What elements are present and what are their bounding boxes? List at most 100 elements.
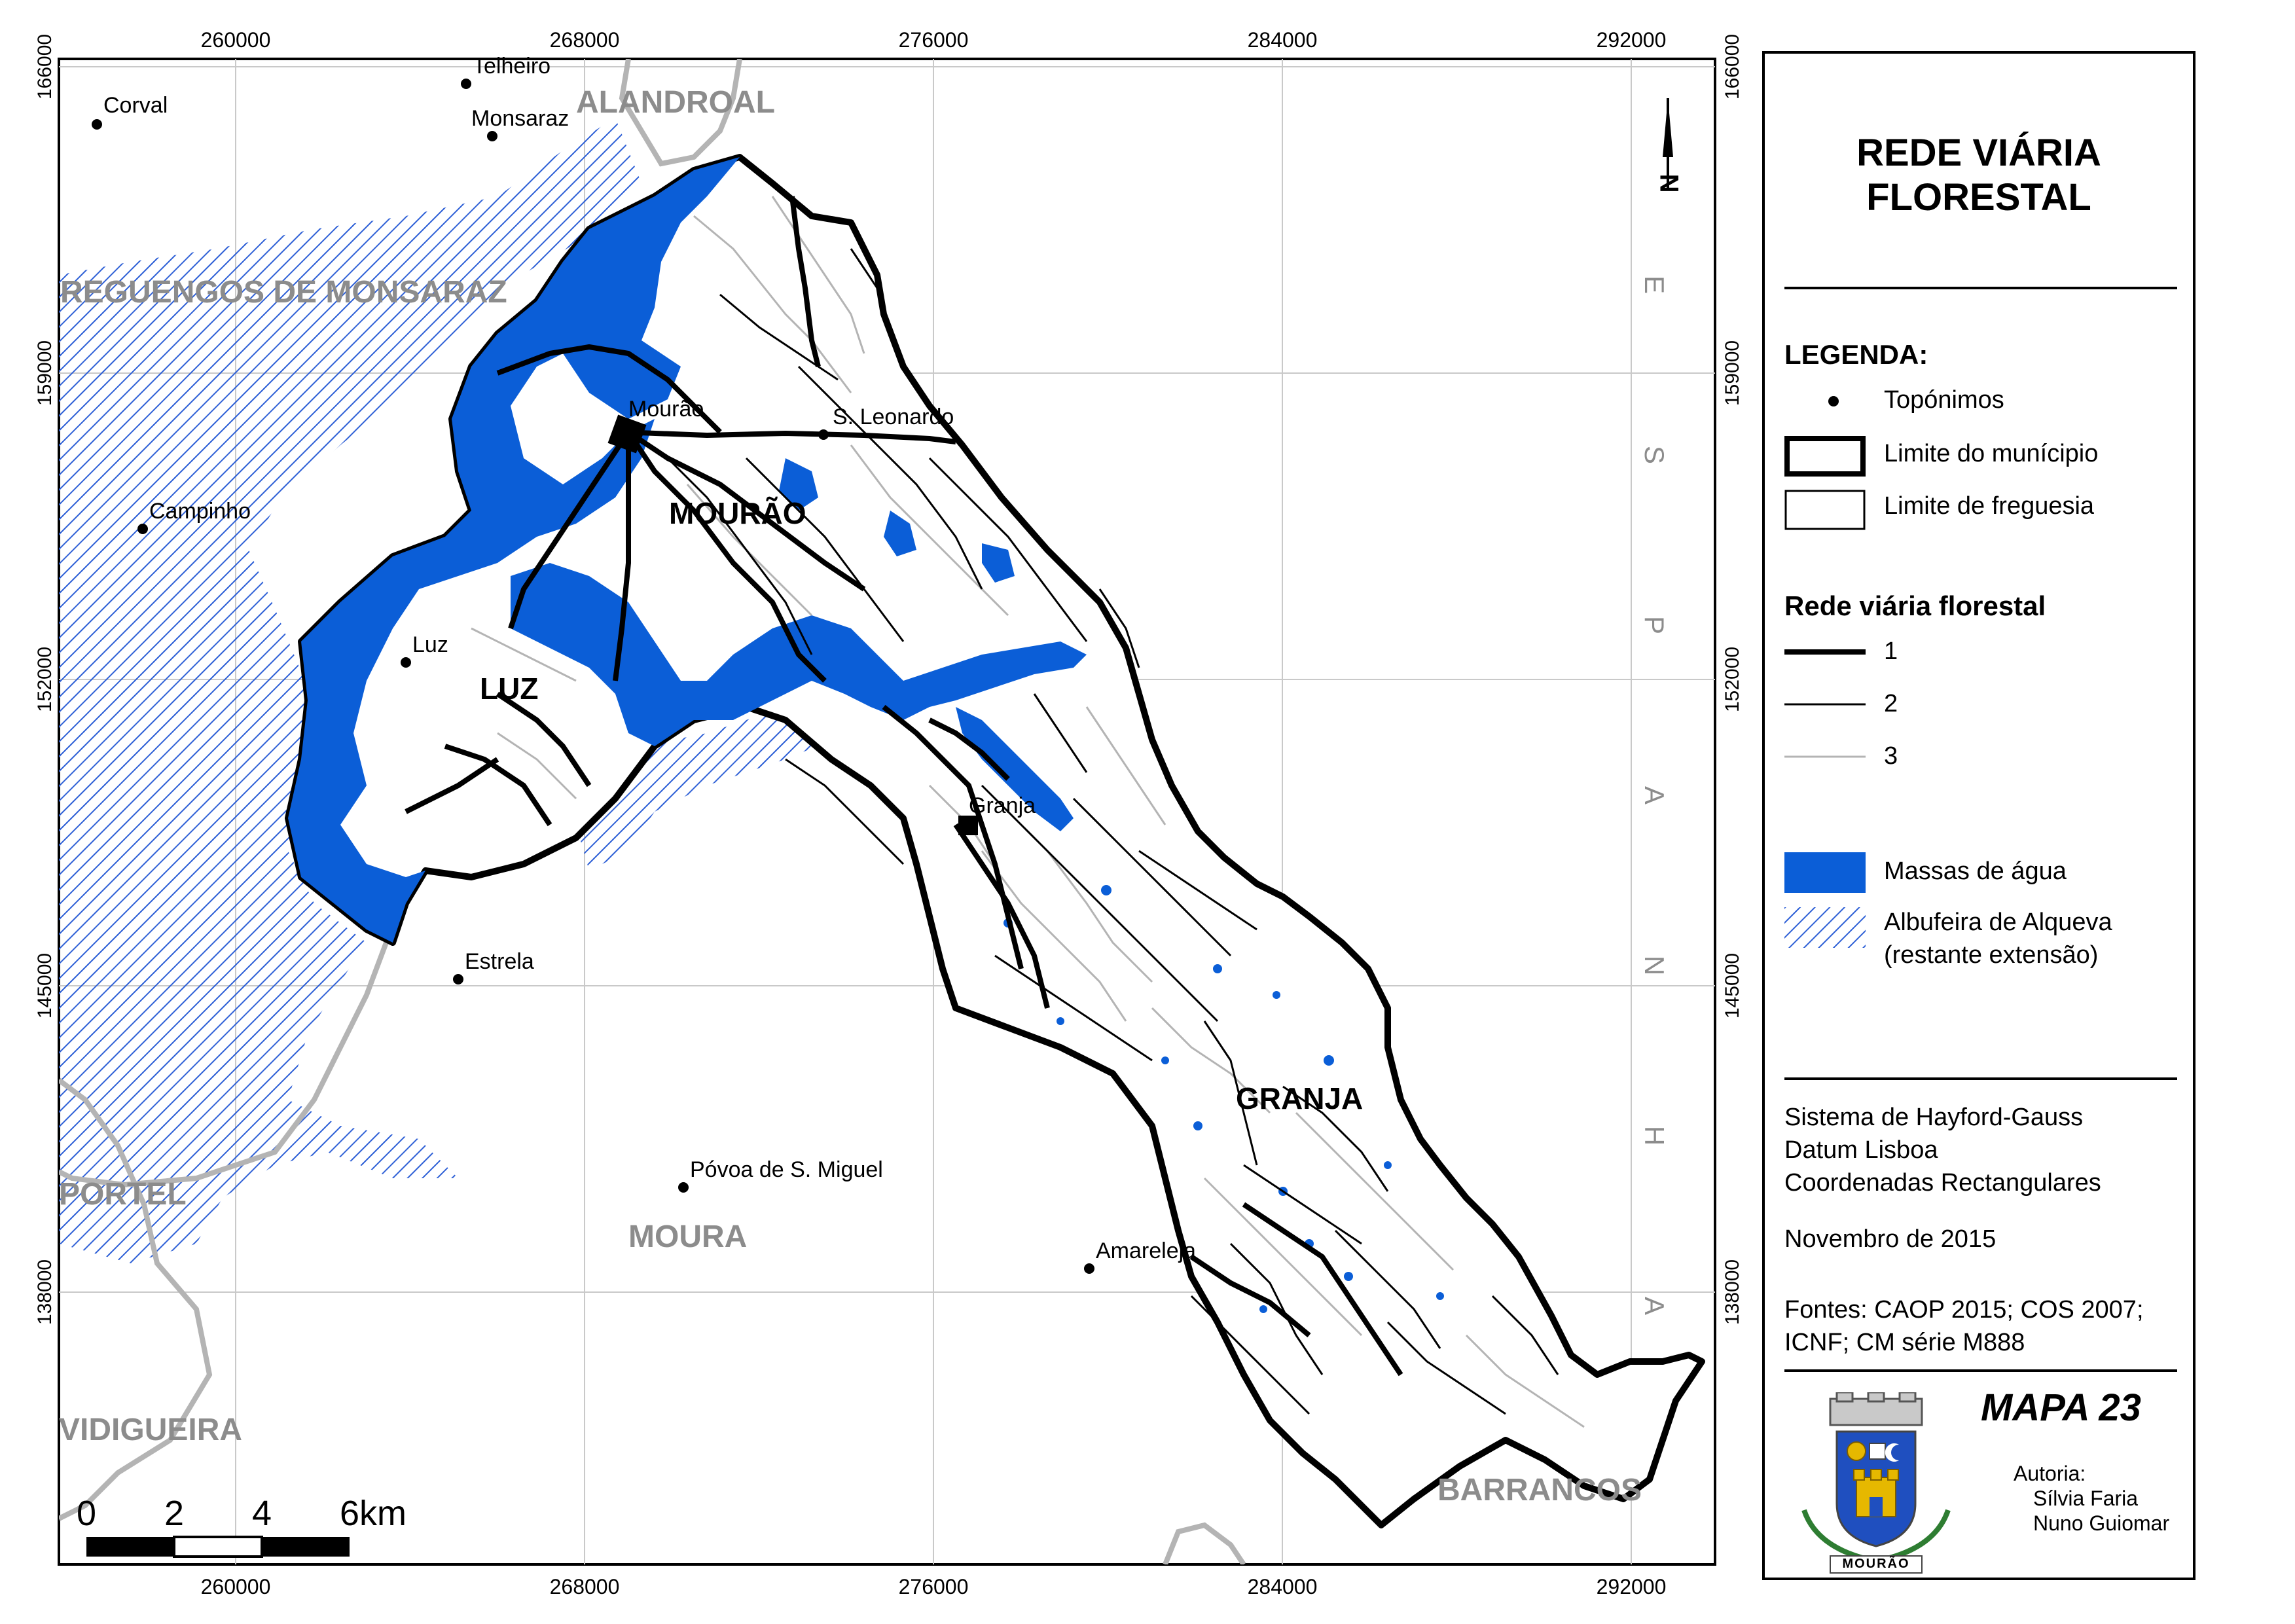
toponym-dot — [960, 818, 971, 829]
y-tick-label: 152000 — [34, 647, 56, 712]
municipality-limit-symbol — [1784, 436, 1866, 477]
crest-caption: MOURÃO — [1842, 1557, 1910, 1571]
authorship: Autoria: Sílvia Faria Nuno Guiomar — [2014, 1461, 2169, 1536]
x-tick-label: 284000 — [1248, 28, 1318, 52]
svg-text:Estrela: Estrela — [465, 949, 534, 974]
legend-heading: LEGENDA: — [1784, 339, 1928, 370]
legend-road-class-1: 1 — [1884, 638, 1898, 665]
spain-letter: N — [1639, 956, 1670, 975]
svg-text:Mourão: Mourão — [628, 397, 704, 422]
scale-label: 0 — [77, 1494, 96, 1533]
sources-line2: ICNF; CM série M888 — [1784, 1329, 2025, 1356]
spain-letter: S — [1639, 446, 1670, 464]
water-symbol — [1784, 852, 1866, 893]
toponym-dot — [487, 131, 497, 141]
scale-label: 2 — [164, 1494, 184, 1533]
svg-text:Campinho: Campinho — [149, 499, 251, 524]
y-tick-label: 145000 — [1722, 953, 1743, 1019]
svg-text:Granja: Granja — [969, 793, 1036, 818]
svg-text:Monsaraz: Monsaraz — [471, 106, 569, 131]
x-tick-label: 292000 — [1597, 1575, 1667, 1598]
road-class-1-symbol — [1784, 649, 1866, 655]
legend-item-water: Massas de água — [1884, 857, 2067, 885]
crs-line1: Sistema de Hayford-Gauss — [1784, 1104, 2084, 1131]
road-class-3-symbol — [1784, 755, 1866, 758]
municipality-label-reguengos: REGUENGOS DE MONSARAZ — [60, 275, 507, 310]
scale-label: 6km — [340, 1494, 407, 1533]
svg-text:Luz: Luz — [412, 632, 448, 657]
parish-label-luz: LUZ — [480, 672, 538, 706]
legend-road-class-3: 3 — [1884, 742, 1898, 770]
svg-text:Telheiro: Telheiro — [473, 54, 551, 79]
x-tick-label: 260000 — [201, 1575, 271, 1598]
toponym-dot — [1084, 1263, 1094, 1274]
reservoir-line2: (restante extensão) — [1884, 941, 2099, 969]
scale-label: 4 — [252, 1494, 272, 1533]
x-tick-labels-top: 260000 268000 276000 284000 292000 — [201, 28, 1667, 52]
north-letter: N — [1655, 174, 1684, 193]
legend-item-parish-limit: Limite de freguesia — [1884, 492, 2095, 520]
toponym-dot — [401, 657, 411, 668]
legend-title-line2: FLORESTAL — [1866, 176, 2091, 219]
municipality-label-barrancos: BARRANCOS — [1437, 1473, 1642, 1507]
legend-title: REDE VIÁRIA FLORESTAL — [1765, 131, 2193, 220]
legend-item-municipality-limit: Limite do munícipio — [1884, 440, 2099, 467]
x-tick-label: 268000 — [550, 28, 620, 52]
toponym-dot — [461, 79, 471, 89]
x-tick-label: 276000 — [899, 1575, 969, 1598]
legend-title-line1: REDE VIÁRIA — [1856, 132, 2101, 174]
reservoir-line1: Albufeira de Alqueva — [1884, 909, 2112, 936]
municipality-label-portel: PORTEL — [59, 1177, 187, 1212]
crs-line2: Datum Lisboa — [1784, 1136, 1938, 1164]
spain-letter: P — [1639, 616, 1670, 634]
y-tick-label: 152000 — [1722, 647, 1743, 712]
y-tick-label: 159000 — [34, 340, 56, 406]
map-date: Novembro de 2015 — [1784, 1225, 1997, 1253]
crs-line3: Coordenadas Rectangulares — [1784, 1169, 2101, 1197]
y-tick-label: 138000 — [1722, 1259, 1743, 1325]
x-tick-label: 268000 — [550, 1575, 620, 1598]
parish-limit-symbol — [1784, 490, 1866, 530]
divider — [1784, 1369, 2177, 1372]
legend-road-class-2: 2 — [1884, 690, 1898, 717]
legend-panel: REDE VIÁRIA FLORESTAL LEGENDA: Topónimos… — [1762, 51, 2196, 1580]
municipality-label-moura: MOURA — [628, 1219, 747, 1254]
map-number: MAPA 23 — [1981, 1386, 2141, 1429]
spain-letter: E — [1639, 276, 1670, 294]
x-tick-label: 284000 — [1248, 1575, 1318, 1598]
svg-text:Corval: Corval — [103, 93, 168, 118]
author-2: Nuno Guiomar — [2033, 1511, 2170, 1535]
divider — [1784, 287, 2177, 289]
legend-item-reservoir: Albufeira de Alqueva (restante extensão) — [1884, 906, 2112, 971]
spain-letter: H — [1639, 1126, 1670, 1146]
toponym-dot — [678, 1182, 689, 1193]
sources-line1: Fontes: CAOP 2015; COS 2007; — [1784, 1296, 2144, 1324]
authorship-label: Autoria: — [2014, 1462, 2086, 1485]
reservoir-symbol — [1784, 907, 1866, 948]
svg-text:Póvoa de S. Miguel: Póvoa de S. Miguel — [690, 1157, 883, 1182]
sources: Fontes: CAOP 2015; COS 2007; ICNF; CM sé… — [1784, 1293, 2144, 1359]
y-tick-labels-right: 166000 159000 152000 145000 138000 — [1722, 34, 1743, 1325]
municipality-label-alandroal: ALANDROAL — [576, 85, 775, 120]
toponym-symbol-icon — [1828, 396, 1839, 406]
x-tick-label: 292000 — [1597, 28, 1667, 52]
crs-info: Sistema de Hayford-Gauss Datum Lisboa Co… — [1784, 1101, 2101, 1199]
toponym-dot — [818, 429, 829, 440]
legend-item-toponyms: Topónimos — [1884, 386, 2004, 414]
toponym-dot — [137, 524, 148, 534]
x-tick-label: 260000 — [201, 28, 271, 52]
svg-text:Amareleja: Amareleja — [1096, 1238, 1196, 1263]
divider — [1784, 1077, 2177, 1080]
road-class-2-symbol — [1784, 703, 1866, 706]
y-tick-label: 166000 — [34, 34, 56, 99]
y-tick-label: 145000 — [34, 953, 56, 1019]
parish-label-granja: GRANJA — [1236, 1081, 1363, 1115]
x-tick-label: 276000 — [899, 28, 969, 52]
parish-label-mourao: MOURÃO — [669, 496, 806, 530]
toponym-dot — [453, 974, 463, 984]
spain-letter: A — [1639, 786, 1670, 804]
svg-text:S. Leonardo: S. Leonardo — [833, 405, 954, 429]
y-tick-label: 159000 — [1722, 340, 1743, 406]
toponym-dot — [92, 119, 102, 130]
toponym-dot — [624, 425, 635, 436]
